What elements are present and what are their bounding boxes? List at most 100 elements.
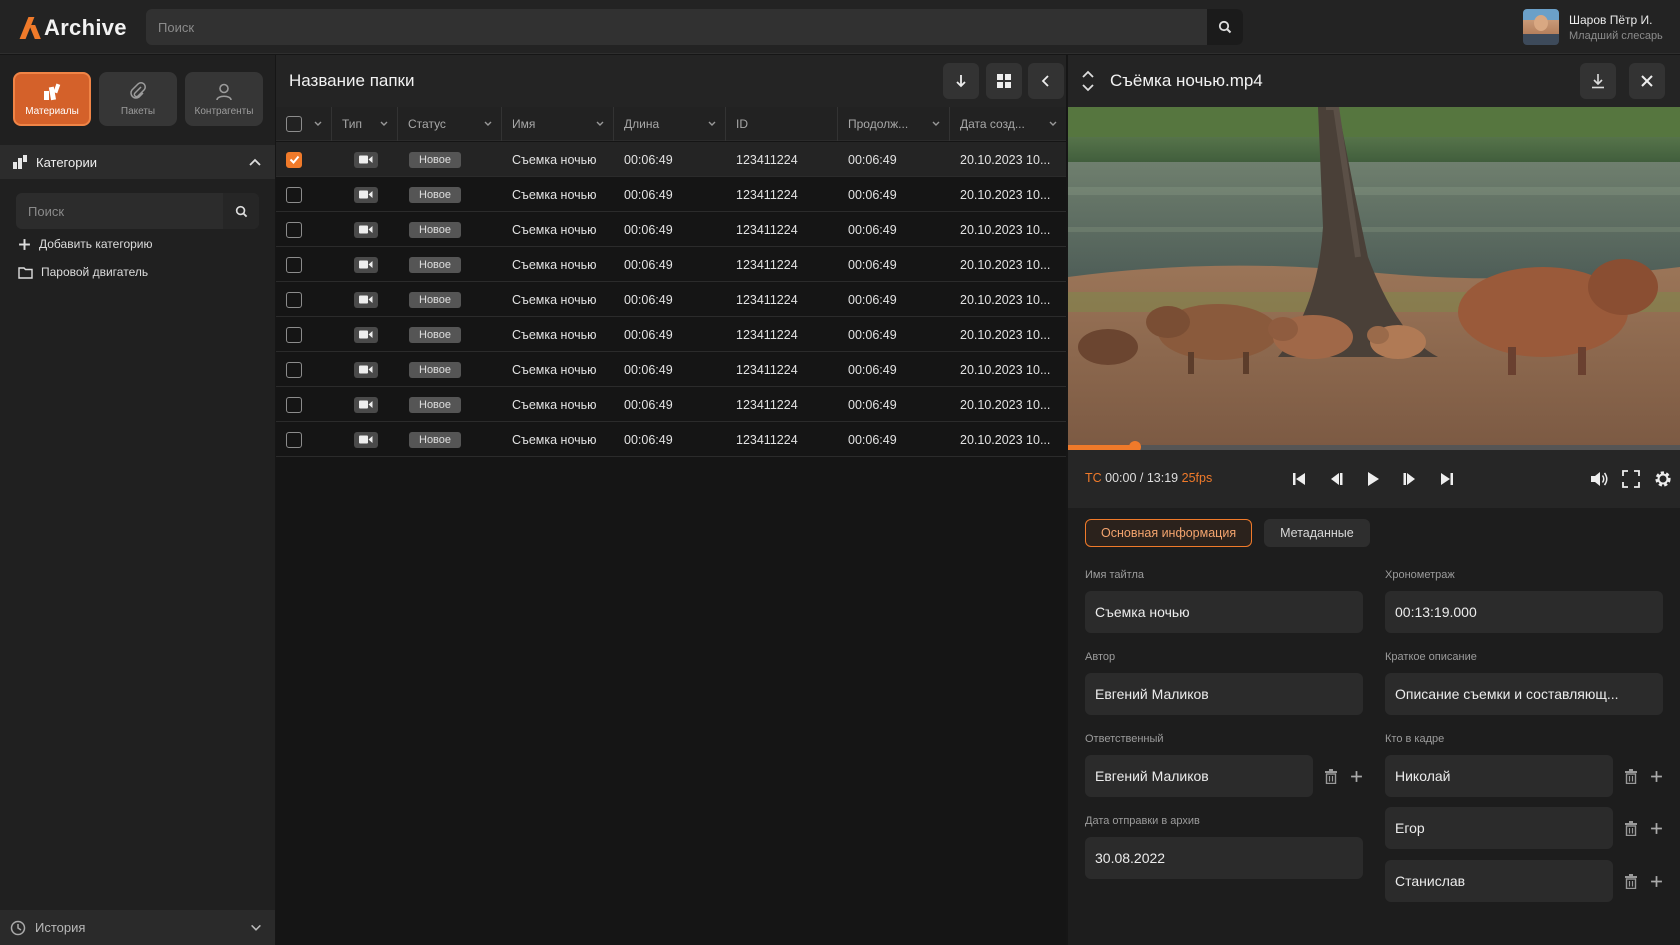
row-checkbox[interactable] <box>286 396 302 413</box>
table-row[interactable]: Новое Съемка ночью 00:06:49 123411224 00:06:… <box>276 212 1066 247</box>
volume-icon <box>1591 472 1608 486</box>
folder-title: Название папки <box>289 71 415 90</box>
status-badge: Новое <box>409 256 462 273</box>
close-button[interactable] <box>1629 63 1665 99</box>
description-input[interactable] <box>1385 673 1663 715</box>
column-status[interactable]: Статус <box>398 107 502 141</box>
status-cell: Новое <box>409 212 462 247</box>
download-button[interactable] <box>943 63 979 99</box>
column-created[interactable]: Дата созд... <box>950 107 1066 141</box>
status-badge: Новое <box>409 431 462 448</box>
title-input[interactable] <box>1085 591 1363 633</box>
row-checkbox[interactable] <box>286 361 302 378</box>
delete-person-button[interactable] <box>1622 872 1640 890</box>
column-length[interactable]: Длина <box>614 107 726 141</box>
chevron-down-icon[interactable] <box>249 921 263 935</box>
length-cell: 00:06:49 <box>624 187 673 202</box>
skip-start-button[interactable] <box>1286 466 1312 492</box>
step-forward-button[interactable] <box>1397 466 1423 492</box>
global-search-input[interactable] <box>146 9 1206 45</box>
video-type-badge <box>354 256 378 273</box>
table-row[interactable]: Новое Съемка ночью 00:06:49 123411224 00:06:… <box>276 387 1066 422</box>
timing-input[interactable] <box>1385 591 1663 633</box>
table-row[interactable]: Новое Съемка ночью 00:06:49 123411224 00:06:… <box>276 422 1066 457</box>
in-frame-input-3[interactable] <box>1385 860 1613 902</box>
collapse-button[interactable] <box>1028 63 1064 99</box>
person-icon <box>216 83 232 100</box>
table-row[interactable]: Новое Съемка ночью 00:06:49 123411224 00:06:… <box>276 352 1066 387</box>
category-search-input[interactable] <box>16 193 222 229</box>
row-checkbox[interactable] <box>286 186 302 203</box>
grid-view-button[interactable] <box>986 63 1022 99</box>
app-logo[interactable]: Archive <box>22 14 127 42</box>
categories-header[interactable]: Категории <box>0 145 275 179</box>
row-checkbox[interactable] <box>286 291 302 308</box>
step-back-button[interactable] <box>1323 466 1349 492</box>
column-name[interactable]: Имя <box>502 107 614 141</box>
in-frame-input-1[interactable] <box>1385 755 1613 797</box>
fullscreen-button[interactable] <box>1618 466 1644 492</box>
history-panel[interactable]: История <box>0 910 275 945</box>
add-person-button[interactable] <box>1647 819 1665 837</box>
categories-icon <box>13 155 27 169</box>
row-checkbox[interactable] <box>286 151 302 168</box>
delete-person-button[interactable] <box>1622 819 1640 837</box>
name-cell: Съемка ночью <box>512 257 597 272</box>
video-camera-icon <box>359 225 373 234</box>
table-row[interactable]: Новое Съемка ночью 00:06:49 123411224 00:06:… <box>276 177 1066 212</box>
chevron-up-icon[interactable] <box>247 154 263 170</box>
row-checkbox[interactable] <box>286 431 302 448</box>
category-search-button[interactable] <box>223 193 259 229</box>
user-name: Шаров Пётр И. <box>1569 12 1653 27</box>
video-frame[interactable] <box>1068 107 1680 447</box>
tab-contractors[interactable]: Контрагенты <box>185 72 263 126</box>
add-category-button[interactable]: Добавить категорию <box>18 237 153 251</box>
delete-responsible-button[interactable] <box>1322 767 1340 785</box>
author-input[interactable] <box>1085 673 1363 715</box>
table-row[interactable]: Новое Съемка ночью 00:06:49 123411224 00:06:… <box>276 247 1066 282</box>
global-search-button[interactable] <box>1207 9 1243 45</box>
row-checkbox[interactable] <box>286 256 302 273</box>
expand-vertical-icon[interactable] <box>1080 69 1096 93</box>
delete-person-button[interactable] <box>1622 767 1640 785</box>
type-cell <box>354 142 378 177</box>
tab-metadata[interactable]: Метаданные <box>1264 519 1370 547</box>
user-role: Младший слесарь <box>1569 29 1663 42</box>
archive-date-input[interactable] <box>1085 837 1363 879</box>
add-person-button[interactable] <box>1647 872 1665 890</box>
file-download-button[interactable] <box>1580 63 1616 99</box>
name-cell: Съемка ночью <box>512 362 597 377</box>
skip-end-button[interactable] <box>1434 466 1460 492</box>
tab-materials[interactable]: Материалы <box>13 72 91 126</box>
tab-main-info[interactable]: Основная информация <box>1085 519 1253 547</box>
table-row[interactable]: Новое Съемка ночью 00:06:49 123411224 00:06:… <box>276 282 1066 317</box>
title-label: Имя тайтла <box>1085 569 1144 581</box>
in-frame-input-2[interactable] <box>1385 807 1613 849</box>
video-camera-icon <box>359 190 373 199</box>
column-id[interactable]: ID <box>726 107 838 141</box>
created-cell: 20.10.2023 10... <box>960 327 1051 342</box>
play-button[interactable] <box>1360 466 1386 492</box>
column-type[interactable]: Тип <box>332 107 398 141</box>
chevron-down-icon <box>932 121 940 126</box>
player-controls: TC 00:00 / 13:19 25fps <box>1068 450 1680 508</box>
row-checkbox[interactable] <box>286 221 302 238</box>
folder-item[interactable]: Паровой двигатель <box>18 265 148 279</box>
row-checkbox[interactable] <box>286 326 302 343</box>
created-cell: 20.10.2023 10... <box>960 292 1051 307</box>
add-responsible-button[interactable] <box>1347 767 1365 785</box>
add-person-button[interactable] <box>1647 767 1665 785</box>
table-row[interactable]: Новое Съемка ночью 00:06:49 123411224 00:06:… <box>276 142 1066 177</box>
responsible-input[interactable] <box>1085 755 1313 797</box>
select-all-checkbox[interactable] <box>286 116 302 132</box>
file-title: Съёмка ночью.mp4 <box>1110 71 1263 90</box>
table-row[interactable]: Новое Съемка ночью 00:06:49 123411224 00:06:… <box>276 317 1066 352</box>
folder-header: Название папки <box>276 55 1066 107</box>
tab-packages[interactable]: Пакеты <box>99 72 177 126</box>
chevron-down-icon[interactable] <box>313 119 323 129</box>
user-profile[interactable]: Шаров Пётр И. Младший слесарь <box>1523 9 1663 45</box>
volume-button[interactable] <box>1586 466 1612 492</box>
column-duration[interactable]: Продолж... <box>838 107 950 141</box>
settings-button[interactable] <box>1650 466 1676 492</box>
description-label: Краткое описание <box>1385 651 1477 663</box>
